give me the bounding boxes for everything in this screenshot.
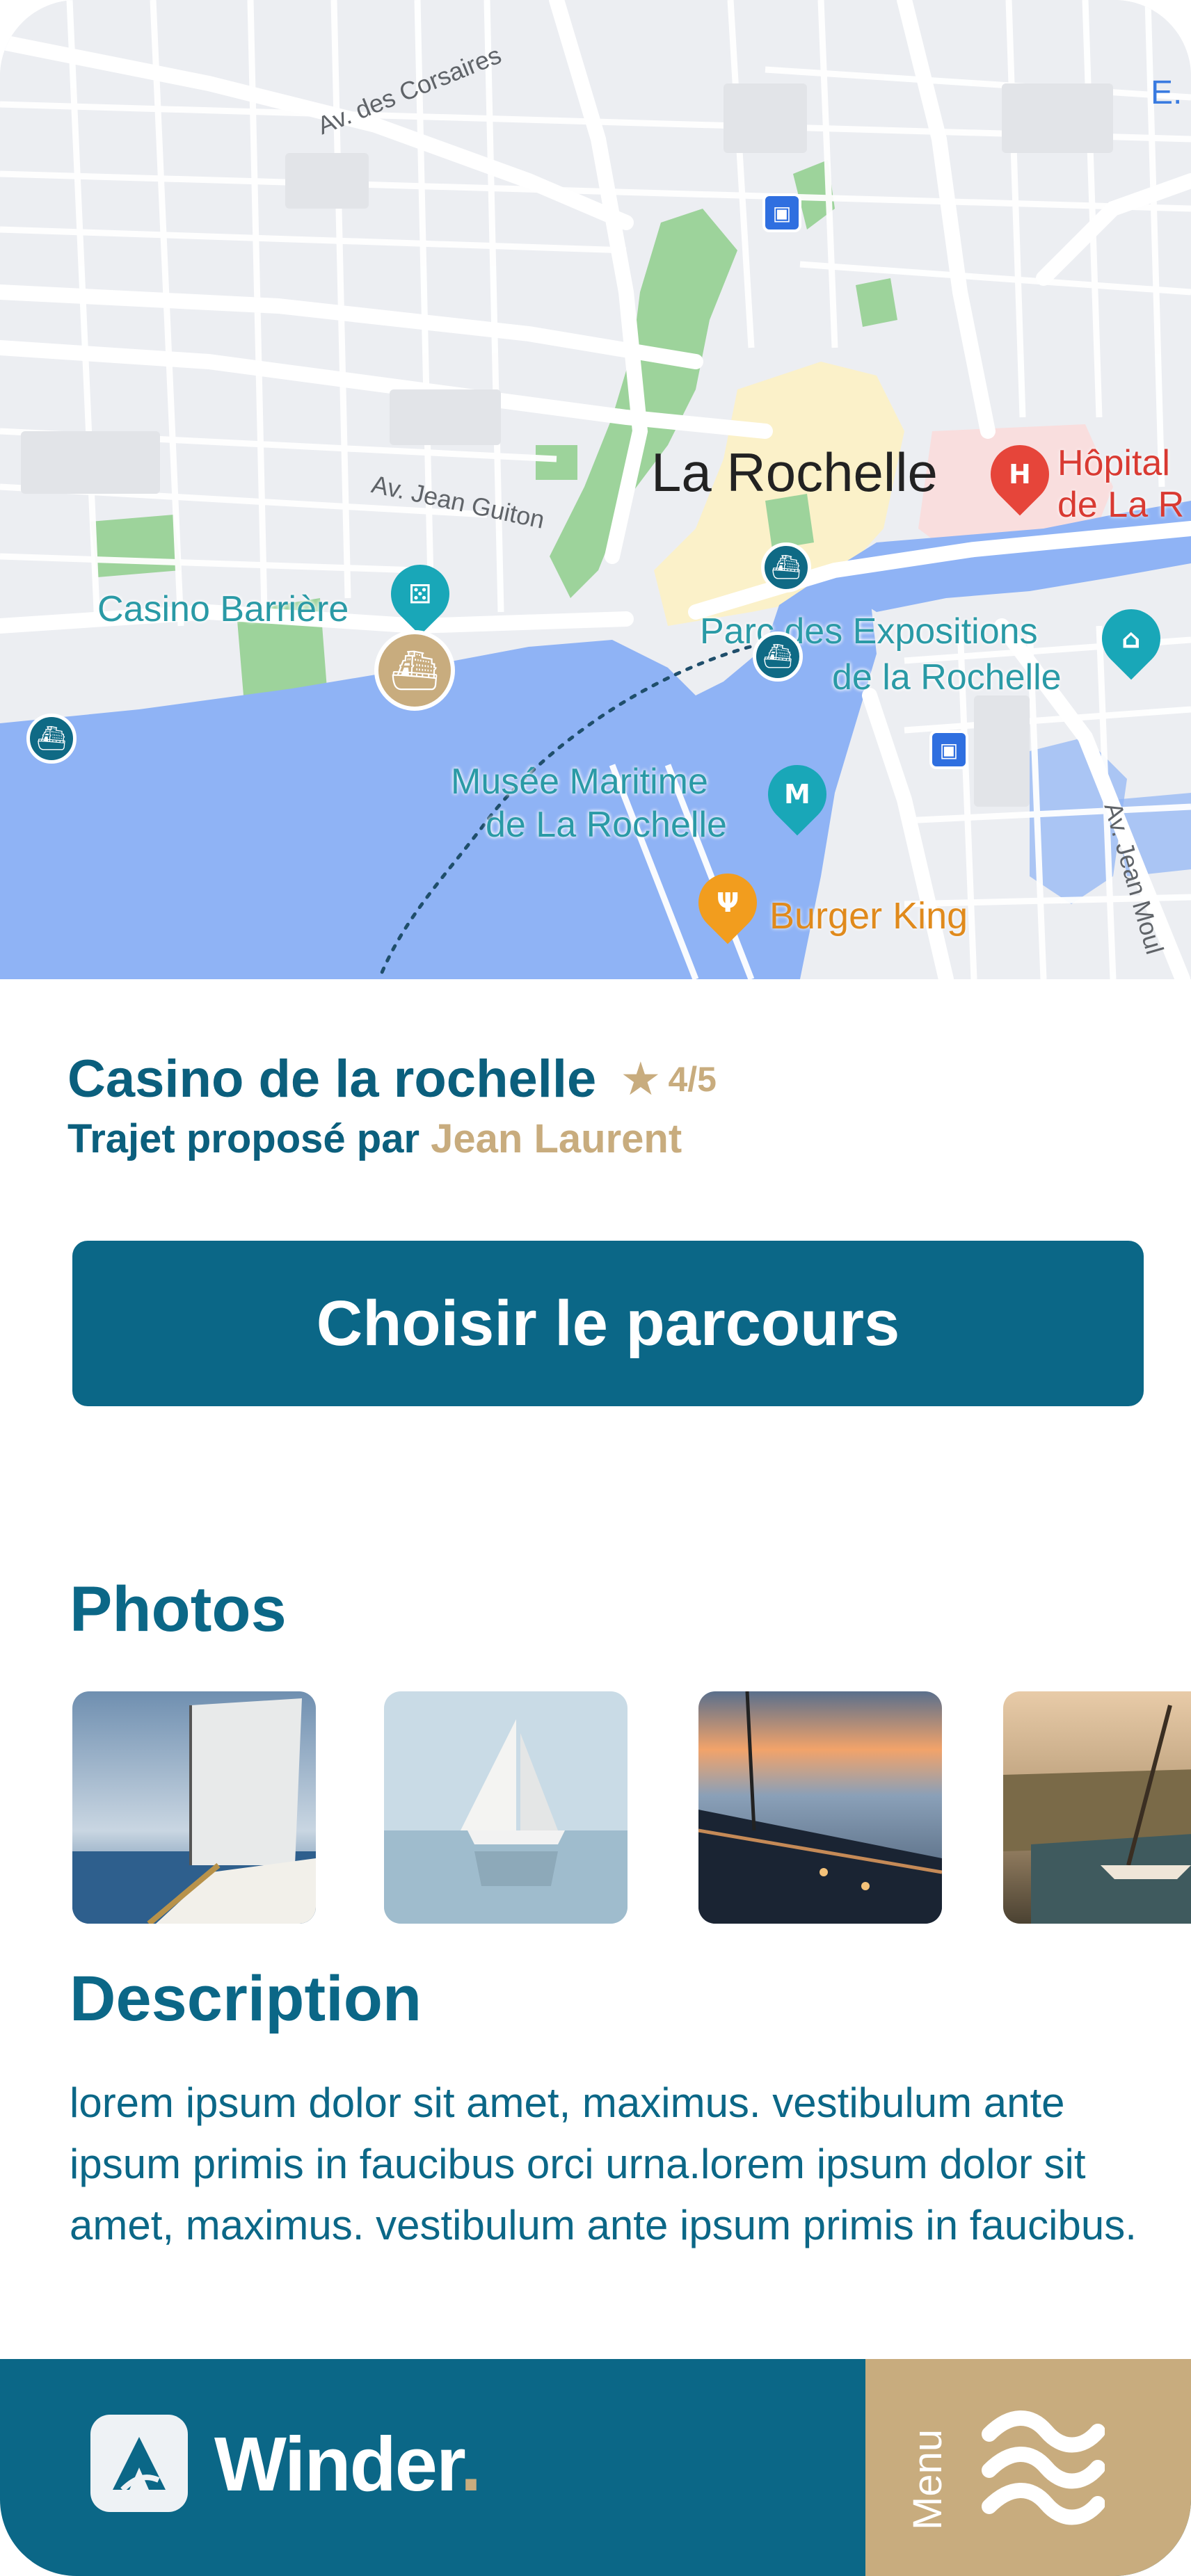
poi-label-restaurant[interactable]: Burger King — [769, 897, 968, 935]
author-link[interactable]: Jean Laurent — [431, 1116, 682, 1161]
poi-label-expo-2[interactable]: de la Rochelle — [832, 659, 1062, 695]
ferry-icon[interactable]: ⛴ — [26, 714, 77, 764]
poi-label-expo[interactable]: Parc des Expositions — [700, 613, 1038, 650]
felucca-river-photo[interactable] — [1003, 1691, 1191, 1924]
train-icon[interactable]: ▣ — [929, 730, 968, 769]
route-rating: 4/5 — [668, 1059, 717, 1099]
route-author-line: Trajet proposé par Jean Laurent — [67, 1116, 682, 1162]
brand-dot: . — [460, 2422, 482, 2507]
choose-route-button[interactable]: Choisir le parcours — [72, 1241, 1144, 1406]
description-text: lorem ipsum dolor sit amet, maximus. ves… — [70, 2079, 1137, 2248]
menu-waves-icon[interactable] — [980, 2406, 1105, 2531]
poi-label-edge: E. — [1151, 74, 1183, 111]
city-label: La Rochelle — [651, 442, 938, 503]
sailboat-sea-photo[interactable] — [384, 1691, 628, 1924]
poi-label-museum-2[interactable]: de La Rochelle — [486, 807, 727, 843]
sailboat-deck-photo[interactable] — [72, 1691, 316, 1924]
star-icon: ★ — [620, 1052, 662, 1106]
ferry-icon[interactable]: ⛴ — [753, 631, 803, 682]
poi-label-hospital-2[interactable]: de La R — [1057, 487, 1184, 523]
app-frame: Av. des Corsaires Av. Jean Guiton Av. Je… — [0, 0, 1191, 2576]
yacht-sunset-photo[interactable] — [698, 1691, 942, 1924]
ferry-icon[interactable]: ⛴ — [374, 630, 455, 711]
poi-label-hospital[interactable]: Hôpital — [1057, 445, 1170, 481]
poi-label-museum[interactable]: Musée Maritime — [451, 764, 708, 800]
brand-name[interactable]: Winder. — [214, 2420, 482, 2509]
brand-text: Winder — [214, 2422, 462, 2507]
route-map[interactable]: Av. des Corsaires Av. Jean Guiton Av. Je… — [0, 0, 1191, 979]
menu-label[interactable]: Menu — [904, 2429, 951, 2530]
route-header: Casino de la rochelle ★ 4/5 — [67, 1049, 717, 1109]
photos-heading: Photos — [70, 1574, 287, 1645]
route-title: Casino de la rochelle — [67, 1049, 597, 1109]
proposed-by-label: Trajet proposé par — [67, 1116, 420, 1161]
ferry-icon[interactable]: ⛴ — [761, 542, 811, 593]
description-heading: Description — [70, 1963, 422, 2034]
train-icon[interactable]: ▣ — [762, 193, 801, 232]
winder-logo-icon[interactable] — [90, 2415, 188, 2512]
poi-label-casino[interactable]: Casino Barrière — [97, 591, 349, 627]
